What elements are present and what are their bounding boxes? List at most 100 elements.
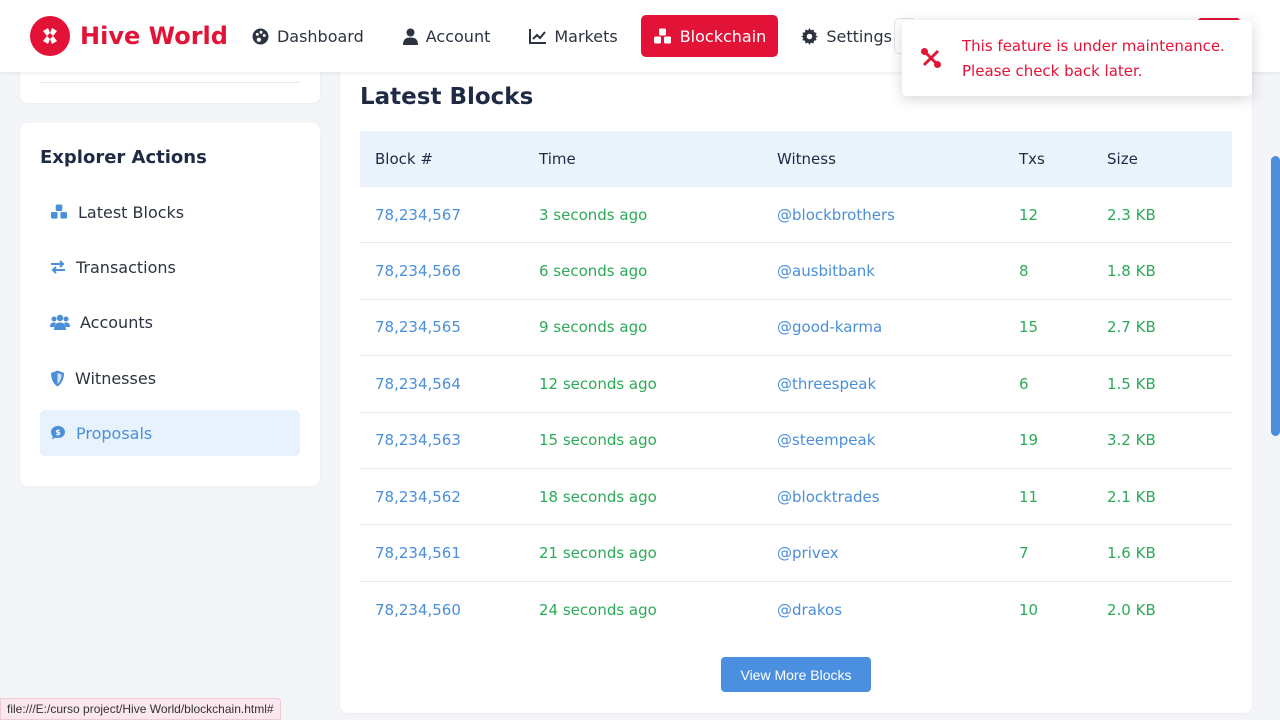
column-header-witness: Witness	[777, 150, 836, 168]
table-row: 78,234,561 21 seconds ago @privex 7 1.6 …	[360, 525, 1232, 582]
block-size: 2.0 KB	[1107, 600, 1156, 619]
sidebar-item-latest-blocks[interactable]: Latest Blocks	[40, 189, 300, 235]
svg-text:$: $	[55, 428, 61, 437]
block-time: 15 seconds ago	[539, 431, 657, 450]
nav-account-label: Account	[425, 26, 491, 46]
table-row: 78,234,567 3 seconds ago @blockbrothers …	[360, 187, 1232, 244]
table-row: 78,234,565 9 seconds ago @good-karma 15 …	[360, 300, 1232, 357]
brand-name: Hive World	[80, 22, 228, 50]
sidebar-item-label: Transactions	[76, 257, 176, 277]
witness-link[interactable]: @drakos	[777, 601, 1019, 619]
chart-line-icon	[529, 28, 547, 44]
users-icon	[50, 314, 70, 330]
column-header-size: Size	[1107, 150, 1138, 168]
cubes-icon	[653, 28, 671, 43]
block-size: 1.6 KB	[1107, 544, 1156, 563]
column-header-block: Block #	[375, 150, 433, 168]
txs-count: 8	[1019, 262, 1029, 281]
brand[interactable]: Hive World	[30, 16, 228, 56]
txs-count: 15	[1019, 318, 1039, 337]
nav-blockchain-label: Blockchain	[679, 26, 767, 46]
txs-count: 7	[1019, 544, 1029, 563]
sidebar-item-witnesses[interactable]: Witnesses	[40, 355, 300, 401]
block-number-link[interactable]: 78,234,563	[360, 431, 539, 449]
block-size: 2.7 KB	[1107, 318, 1156, 337]
shield-icon	[51, 370, 64, 386]
nav-dashboard[interactable]: Dashboard	[236, 15, 380, 57]
block-time: 21 seconds ago	[539, 544, 657, 563]
nav-markets[interactable]: Markets	[513, 15, 633, 57]
witness-link[interactable]: @blockbrothers	[777, 206, 1019, 224]
palette-icon	[252, 28, 269, 44]
block-size: 3.2 KB	[1107, 431, 1156, 450]
block-number-link[interactable]: 78,234,567	[360, 206, 539, 224]
divider	[40, 82, 300, 83]
nav-settings[interactable]: Settings	[785, 15, 908, 57]
view-more-blocks-button[interactable]: View More Blocks	[721, 657, 871, 692]
txs-count: 11	[1019, 487, 1039, 506]
nav-account[interactable]: Account	[387, 15, 507, 57]
block-time: 3 seconds ago	[539, 205, 648, 224]
witness-link[interactable]: @privex	[777, 544, 1019, 562]
hive-logo-icon	[30, 16, 70, 56]
block-number-link[interactable]: 78,234,560	[360, 601, 539, 619]
table-header: Block # Time Witness Txs Size	[360, 131, 1232, 187]
block-size: 1.8 KB	[1107, 262, 1156, 281]
block-time: 6 seconds ago	[539, 262, 648, 281]
witness-link[interactable]: @steempeak	[777, 431, 1019, 449]
block-time: 9 seconds ago	[539, 318, 648, 337]
block-time: 18 seconds ago	[539, 487, 657, 506]
txs-count: 12	[1019, 205, 1039, 224]
table-row: 78,234,560 24 seconds ago @drakos 10 2.0…	[360, 582, 1232, 638]
tools-icon	[921, 48, 941, 68]
blocks-table: Block # Time Witness Txs Size 78,234,567…	[360, 131, 1232, 638]
status-bar-url: file:///E:/curso project/Hive World/bloc…	[0, 698, 281, 720]
explorer-actions-card: Explorer Actions Latest Blocks Transacti…	[20, 123, 320, 486]
sidebar-item-proposals[interactable]: $ Proposals	[40, 410, 300, 456]
sidebar-item-label: Accounts	[80, 312, 153, 332]
sidebar-item-label: Witnesses	[75, 368, 157, 388]
nav-markets-label: Markets	[554, 26, 618, 46]
latest-blocks-card: Latest Blocks Block # Time Witness Txs S…	[340, 60, 1252, 713]
exchange-icon	[51, 260, 65, 274]
table-row: 78,234,566 6 seconds ago @ausbitbank 8 1…	[360, 243, 1232, 300]
block-size: 2.3 KB	[1107, 205, 1156, 224]
txs-count: 19	[1019, 431, 1039, 450]
maintenance-toast: This feature is under maintenance. Pleas…	[902, 20, 1252, 96]
toast-message: This feature is under maintenance. Pleas…	[962, 34, 1225, 84]
cubes-icon	[51, 204, 67, 219]
user-icon	[402, 28, 418, 45]
block-time: 12 seconds ago	[539, 374, 657, 393]
txs-count: 10	[1019, 600, 1039, 619]
sidebar-item-accounts[interactable]: Accounts	[40, 299, 300, 345]
block-number-link[interactable]: 78,234,565	[360, 318, 539, 336]
sidebar-item-label: Latest Blocks	[78, 202, 185, 222]
gear-icon	[801, 27, 819, 45]
table-row: 78,234,563 15 seconds ago @steempeak 19 …	[360, 413, 1232, 469]
witness-link[interactable]: @good-karma	[777, 318, 1019, 336]
txs-count: 6	[1019, 374, 1029, 393]
sidebar-item-label: Proposals	[76, 423, 153, 443]
nav-blockchain[interactable]: Blockchain	[640, 15, 779, 57]
witness-link[interactable]: @threespeak	[777, 375, 1019, 393]
block-number-link[interactable]: 78,234,564	[360, 375, 539, 393]
table-row: 78,234,564 12 seconds ago @threespeak 6 …	[360, 356, 1232, 413]
witness-link[interactable]: @ausbitbank	[777, 262, 1019, 280]
toast-line-1: This feature is under maintenance.	[962, 37, 1225, 55]
block-number-link[interactable]: 78,234,561	[360, 544, 539, 562]
table-row: 78,234,562 18 seconds ago @blocktrades 1…	[360, 469, 1232, 526]
witness-link[interactable]: @blocktrades	[777, 488, 1019, 506]
block-number-link[interactable]: 78,234,562	[360, 488, 539, 506]
toast-line-2: Please check back later.	[962, 62, 1143, 80]
scrollbar-thumb[interactable]	[1271, 156, 1280, 436]
explorer-actions-title: Explorer Actions	[40, 147, 207, 168]
main-nav: Dashboard Account Markets Blockchain Set…	[236, 15, 915, 57]
column-header-txs: Txs	[1019, 150, 1045, 168]
sidebar-item-transactions[interactable]: Transactions	[40, 244, 300, 290]
page-title: Latest Blocks	[360, 84, 534, 110]
block-size: 2.1 KB	[1107, 487, 1156, 506]
nav-settings-label: Settings	[826, 26, 892, 46]
block-number-link[interactable]: 78,234,566	[360, 262, 539, 280]
block-time: 24 seconds ago	[539, 600, 657, 619]
nav-dashboard-label: Dashboard	[276, 26, 364, 46]
